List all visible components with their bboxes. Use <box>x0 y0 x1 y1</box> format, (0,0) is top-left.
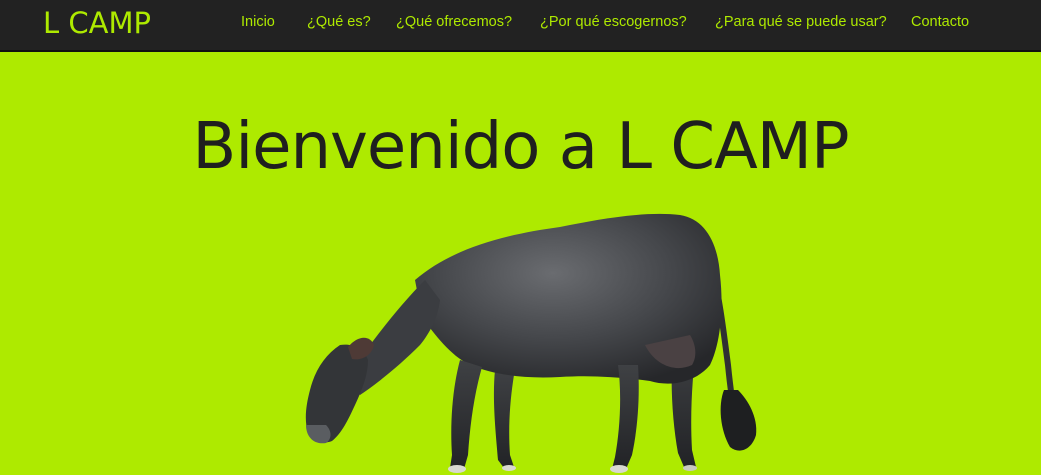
nav-link-contacto[interactable]: Contacto <box>911 13 969 31</box>
nav-link-por-que-escogernos[interactable]: ¿Por qué escogernos? <box>540 13 687 31</box>
top-navbar: L CAMP Inicio ¿Qué es? ¿Qué ofrecemos? ¿… <box>0 0 1041 52</box>
nav-link-que-es[interactable]: ¿Qué es? <box>307 13 371 31</box>
cow-tail-tuft <box>720 390 757 451</box>
cow-back-leg-near <box>612 365 639 469</box>
cow-hoof <box>448 465 466 473</box>
nav-link-que-ofrecemos[interactable]: ¿Qué ofrecemos? <box>396 13 512 31</box>
hero-cow-image <box>305 213 757 473</box>
cow-hoof <box>502 465 516 471</box>
nav-link-para-que-usar[interactable]: ¿Para qué se puede usar? <box>715 13 887 31</box>
hero-title: Bienvenido a L CAMP <box>192 110 849 184</box>
nav-link-inicio[interactable]: Inicio <box>241 13 275 31</box>
cow-hoof <box>610 465 628 473</box>
cow-front-leg-far <box>493 370 514 468</box>
cow-front-leg-near <box>450 360 482 469</box>
cow-muzzle <box>306 425 331 444</box>
nav-menu: Inicio ¿Qué es? ¿Qué ofrecemos? ¿Por qué… <box>0 0 1041 44</box>
cow-hoof <box>683 465 697 471</box>
